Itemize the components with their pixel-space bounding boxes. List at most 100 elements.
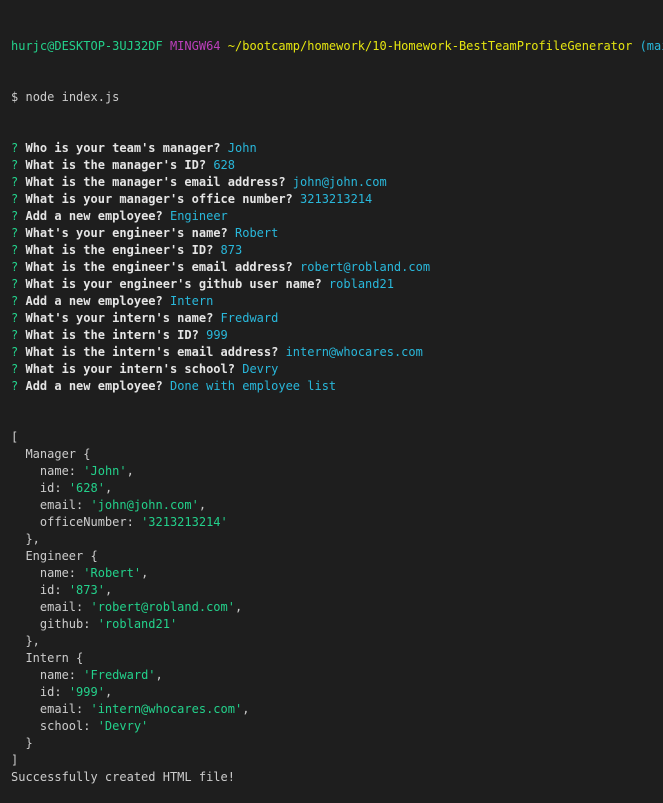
command-text: node index.js (25, 90, 120, 104)
prompt-line: hurjc@DESKTOP-3UJ32DF MINGW64 ~/bootcamp… (11, 38, 663, 55)
question-mark-icon: ? (11, 345, 19, 359)
property-value: '3213213214' (141, 515, 228, 529)
answer-text: Devry (242, 362, 279, 376)
answer-text: John (227, 141, 257, 155)
property-line: email: 'robert@robland.com', (11, 599, 663, 616)
property-tail: , (198, 498, 207, 512)
terminal-window[interactable]: hurjc@DESKTOP-3UJ32DF MINGW64 ~/bootcamp… (0, 0, 663, 784)
property-value: '628' (68, 481, 105, 495)
question-line: ? Add a new employee? Intern (11, 293, 663, 310)
question-line: ? What is the engineer's ID? 873 (11, 242, 663, 259)
question-mark-icon: ? (11, 158, 19, 172)
property-line: school: 'Devry' (11, 718, 663, 735)
property-value: 'Robert' (83, 566, 142, 580)
object-close-line: }, (11, 633, 663, 650)
question-line: ? Add a new employee? Engineer (11, 208, 663, 225)
answer-text: 628 (213, 158, 236, 172)
question-text: What is the manager's ID? (25, 158, 207, 172)
prompt-shell: MINGW64 (169, 39, 221, 53)
property-value: 'intern@whocares.com' (90, 702, 243, 716)
object-class-name: Manager { (25, 447, 91, 461)
property-tail: , (155, 668, 163, 682)
property-key: school: (39, 719, 98, 733)
object-open-line: Manager { (11, 446, 663, 463)
command-line: $ node index.js (11, 89, 663, 106)
answer-text: 3213213214 (300, 192, 373, 206)
property-line: id: '999', (11, 684, 663, 701)
prompt-user-host: hurjc@DESKTOP-3UJ32DF (11, 39, 163, 53)
question-mark-icon: ? (11, 260, 19, 274)
answer-text: intern@whocares.com (285, 345, 423, 359)
property-value: 'robland21' (97, 617, 178, 631)
property-key: email: (39, 702, 91, 716)
property-line: github: 'robland21' (11, 616, 663, 633)
property-key: name: (39, 464, 84, 478)
question-text: What is the engineer's email address? (25, 260, 293, 274)
property-key: name: (39, 566, 84, 580)
property-line: id: '628', (11, 480, 663, 497)
question-mark-icon: ? (11, 243, 19, 257)
success-message: Successfully created HTML file! (11, 770, 235, 784)
object-close-line: }, (11, 531, 663, 548)
question-text: What's your intern's name? (25, 311, 214, 325)
answer-text: Robert (235, 226, 279, 240)
question-mark-icon: ? (11, 294, 19, 308)
property-value: '873' (68, 583, 105, 597)
question-mark-icon: ? (11, 311, 19, 325)
property-line: email: 'intern@whocares.com', (11, 701, 663, 718)
answer-text: 873 (220, 243, 243, 257)
question-text: What is the manager's email address? (25, 175, 286, 189)
question-line: ? What is the manager's email address? j… (11, 174, 663, 191)
question-text: What is your manager's office number? (25, 192, 293, 206)
question-line: ? What is the engineer's email address? … (11, 259, 663, 276)
question-line: ? Add a new employee? Done with employee… (11, 378, 663, 395)
question-line: ? What is your intern's school? Devry (11, 361, 663, 378)
question-line: ? What is the intern's email address? in… (11, 344, 663, 361)
property-key: id: (39, 685, 69, 699)
question-line: ? Who is your team's manager? John (11, 140, 663, 157)
question-line: ? What is your manager's office number? … (11, 191, 663, 208)
question-line: ? What is the intern's ID? 999 (11, 327, 663, 344)
question-mark-icon: ? (11, 141, 19, 155)
question-mark-icon: ? (11, 192, 19, 206)
property-line: email: 'john@john.com', (11, 497, 663, 514)
object-class-name: Intern { (25, 651, 84, 665)
property-tail: , (104, 481, 113, 495)
answer-text: john@john.com (292, 175, 387, 189)
question-text: What is your intern's school? (25, 362, 235, 376)
question-list: ? Who is your team's manager? John? What… (11, 140, 663, 395)
question-text: What is the engineer's ID? (25, 243, 214, 257)
question-mark-icon: ? (11, 226, 19, 240)
answer-text: Engineer (169, 209, 228, 223)
property-key: id: (39, 481, 69, 495)
property-value: 'Devry' (97, 719, 149, 733)
answer-text: Done with employee list (169, 379, 337, 393)
property-key: github: (39, 617, 98, 631)
question-text: What is the intern's ID? (25, 328, 199, 342)
property-tail: , (126, 464, 134, 478)
question-text: Add a new employee? (25, 294, 163, 308)
property-value: 'John' (83, 464, 127, 478)
array-open-bracket: [ (11, 430, 19, 444)
question-text: Add a new employee? (25, 209, 163, 223)
question-text: Who is your team's manager? (25, 141, 221, 155)
property-value: 'john@john.com' (90, 498, 199, 512)
property-tail: , (234, 600, 243, 614)
property-line: officeNumber: '3213213214' (11, 514, 663, 531)
property-line: name: 'Fredward', (11, 667, 663, 684)
property-key: officeNumber: (39, 515, 142, 529)
question-mark-icon: ? (11, 328, 19, 342)
question-line: ? What's your engineer's name? Robert (11, 225, 663, 242)
object-open-line: Engineer { (11, 548, 663, 565)
object-close-line: } (11, 735, 663, 752)
success-line: Successfully created HTML file! (11, 769, 663, 786)
prompt-path: ~/bootcamp/homework/10-Homework-BestTeam… (227, 39, 633, 53)
property-value: '999' (68, 685, 105, 699)
question-text: What is your engineer's github user name… (25, 277, 322, 291)
property-value: 'robert@robland.com' (90, 600, 235, 614)
property-line: id: '873', (11, 582, 663, 599)
property-key: name: (39, 668, 84, 682)
question-mark-icon: ? (11, 175, 19, 189)
question-mark-icon: ? (11, 277, 19, 291)
question-text: Add a new employee? (25, 379, 163, 393)
